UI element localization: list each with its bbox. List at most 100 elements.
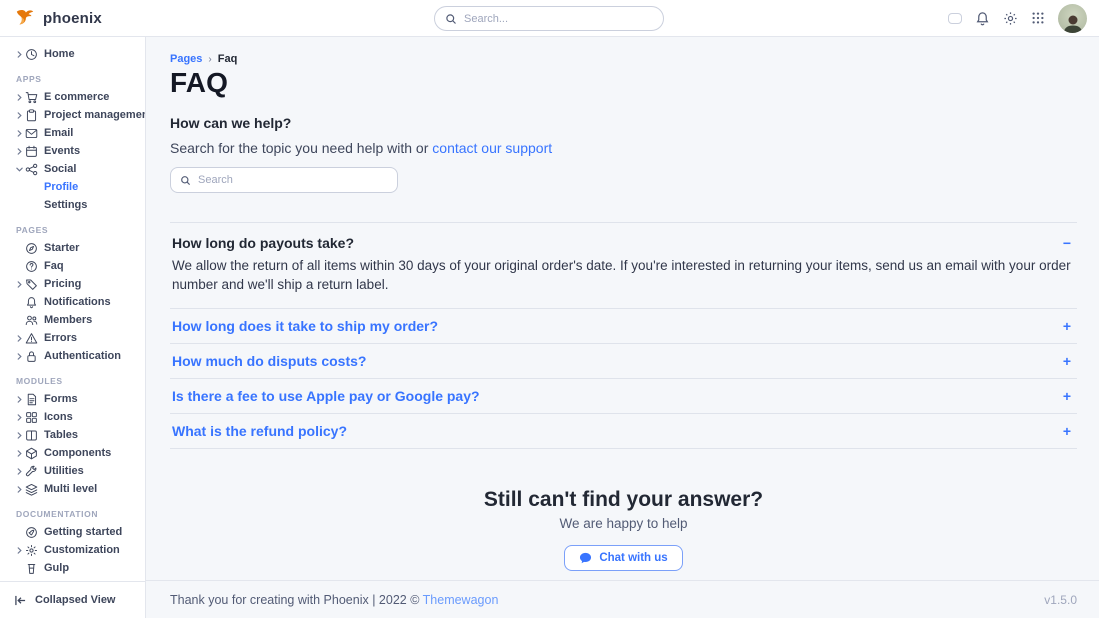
faq-search[interactable]: [170, 167, 398, 193]
faq-item: What is the refund policy? +: [170, 413, 1077, 448]
sidebar-item-authentication[interactable]: Authentication: [0, 347, 145, 365]
sidebar-subitem-settings[interactable]: Settings: [0, 196, 145, 214]
sidebar-item-label: Pricing: [44, 278, 81, 290]
sidebar-item-pricing[interactable]: Pricing: [0, 275, 145, 293]
faq-item: How long does it take to ship my order? +: [170, 308, 1077, 343]
users-icon: [25, 314, 44, 327]
sidebar-item-getting-started[interactable]: Getting started: [0, 523, 145, 541]
minus-icon[interactable]: −: [1063, 236, 1071, 250]
faq-search-input[interactable]: [198, 174, 388, 186]
layers-icon: [25, 483, 44, 496]
sidebar-item-tables[interactable]: Tables: [0, 426, 145, 444]
faq-accordion: How long do payouts take?−We allow the r…: [170, 222, 1077, 449]
sidebar-item-errors[interactable]: Errors: [0, 329, 145, 347]
version-label: v1.5.0: [1044, 593, 1077, 607]
sidebar-item-label: Utilities: [44, 465, 84, 477]
apps-grid-icon[interactable]: [1031, 11, 1045, 25]
breadcrumb-pages-link[interactable]: Pages: [170, 53, 202, 65]
sidebar-item-label: Faq: [44, 260, 64, 272]
sidebar-item-starter[interactable]: Starter: [0, 239, 145, 257]
sidebar-item-social[interactable]: Social: [0, 160, 145, 178]
notifications-bell-icon[interactable]: [975, 11, 990, 26]
sidebar-item-label: Starter: [44, 242, 79, 254]
faq-question[interactable]: What is the refund policy? +: [170, 414, 1077, 448]
top-navbar: phoenix: [0, 0, 1099, 37]
cart-icon: [25, 91, 44, 104]
sidebar-item-gulp[interactable]: Gulp: [0, 559, 145, 577]
search-icon: [445, 13, 457, 25]
sidebar-item-components[interactable]: Components: [0, 444, 145, 462]
sidebar-item-faq[interactable]: Faq: [0, 257, 145, 275]
sidebar-item-project-management[interactable]: Project management: [0, 106, 145, 124]
brand-name: phoenix: [43, 10, 102, 27]
sidebar-item-label: Events: [44, 145, 80, 157]
caret-icon: [16, 335, 25, 342]
caret-icon: [16, 130, 25, 137]
envelope-icon: [25, 127, 44, 140]
gear-icon: [25, 544, 44, 557]
caret-icon: [16, 281, 25, 288]
cta-section: Still can't find your answer? We are hap…: [170, 488, 1077, 571]
sidebar-item-customization[interactable]: Customization: [0, 541, 145, 559]
footer-credit: Thank you for creating with Phoenix | 20…: [170, 593, 498, 607]
cta-heading: Still can't find your answer?: [170, 488, 1077, 512]
caret-icon: [16, 112, 25, 119]
sidebar-section-label: MODULES: [0, 376, 145, 386]
help-text: Search for the topic you need help with …: [170, 140, 1077, 156]
caret-icon: [16, 450, 25, 457]
brand-logo[interactable]: phoenix: [14, 8, 102, 28]
chat-bubble-icon: [579, 552, 592, 564]
sidebar-item-email[interactable]: Email: [0, 124, 145, 142]
page-footer: Thank you for creating with Phoenix | 20…: [146, 580, 1099, 618]
faq-question[interactable]: How much do disputs costs?+: [170, 344, 1077, 378]
plus-icon[interactable]: +: [1063, 319, 1071, 333]
global-search[interactable]: [434, 6, 664, 31]
caret-icon: [16, 547, 25, 554]
caret-icon: [16, 148, 25, 155]
sidebar-item-label: Social: [44, 163, 76, 175]
sidebar-item-members[interactable]: Members: [0, 311, 145, 329]
theme-toggle[interactable]: [948, 13, 962, 24]
clipboard-icon: [25, 109, 44, 122]
sidebar-item-events[interactable]: Events: [0, 142, 145, 160]
plus-icon[interactable]: +: [1063, 354, 1071, 368]
sidebar-item-utilities[interactable]: Utilities: [0, 462, 145, 480]
user-avatar[interactable]: [1058, 4, 1087, 33]
faq-question[interactable]: How long do payouts take?−: [170, 223, 1077, 253]
package-icon: [25, 447, 44, 460]
grid-icon: [25, 411, 44, 424]
sidebar-item-icons[interactable]: Icons: [0, 408, 145, 426]
contact-support-link[interactable]: contact our support: [432, 140, 552, 156]
compass-icon: [25, 242, 44, 255]
chat-with-us-button[interactable]: Chat with us: [564, 545, 682, 571]
collapsed-view-toggle[interactable]: Collapsed View: [0, 581, 145, 618]
caret-icon: [16, 414, 25, 421]
table-icon: [25, 429, 44, 442]
caret-icon: [16, 432, 25, 439]
search-icon: [180, 175, 191, 186]
sidebar-item-e-commerce[interactable]: E commerce: [0, 88, 145, 106]
settings-gear-icon[interactable]: [1003, 11, 1018, 26]
breadcrumb: Pages › Faq: [170, 53, 1077, 65]
sidebar-item-label: Authentication: [44, 350, 121, 362]
faq-question-text: What is the refund policy?: [172, 423, 347, 439]
gulp-icon: [25, 562, 44, 575]
plus-icon[interactable]: +: [1063, 389, 1071, 403]
sidebar-item-multi-level[interactable]: Multi level: [0, 480, 145, 498]
sidebar-item-label: Getting started: [44, 526, 122, 538]
lock-icon: [25, 350, 44, 363]
plus-icon[interactable]: +: [1063, 424, 1071, 438]
faq-question[interactable]: How long does it take to ship my order? +: [170, 309, 1077, 343]
sidebar-item-label: Email: [44, 127, 73, 139]
themewagon-link[interactable]: Themewagon: [423, 593, 499, 607]
global-search-input[interactable]: [464, 13, 653, 25]
sidebar-item-home[interactable]: Home: [0, 45, 145, 63]
sidebar-subitem-profile[interactable]: Profile: [0, 178, 145, 196]
faq-question-text: How long does it take to ship my order?: [172, 318, 438, 334]
content-area: Pages › Faq FAQ How can we help? Search …: [146, 37, 1099, 618]
sidebar-item-notifications[interactable]: Notifications: [0, 293, 145, 311]
faq-answer: We allow the return of all items within …: [170, 253, 1077, 308]
sidebar-item-forms[interactable]: Forms: [0, 390, 145, 408]
rocket-icon: [25, 526, 44, 539]
faq-question[interactable]: Is there a fee to use Apple pay or Googl…: [170, 379, 1077, 413]
